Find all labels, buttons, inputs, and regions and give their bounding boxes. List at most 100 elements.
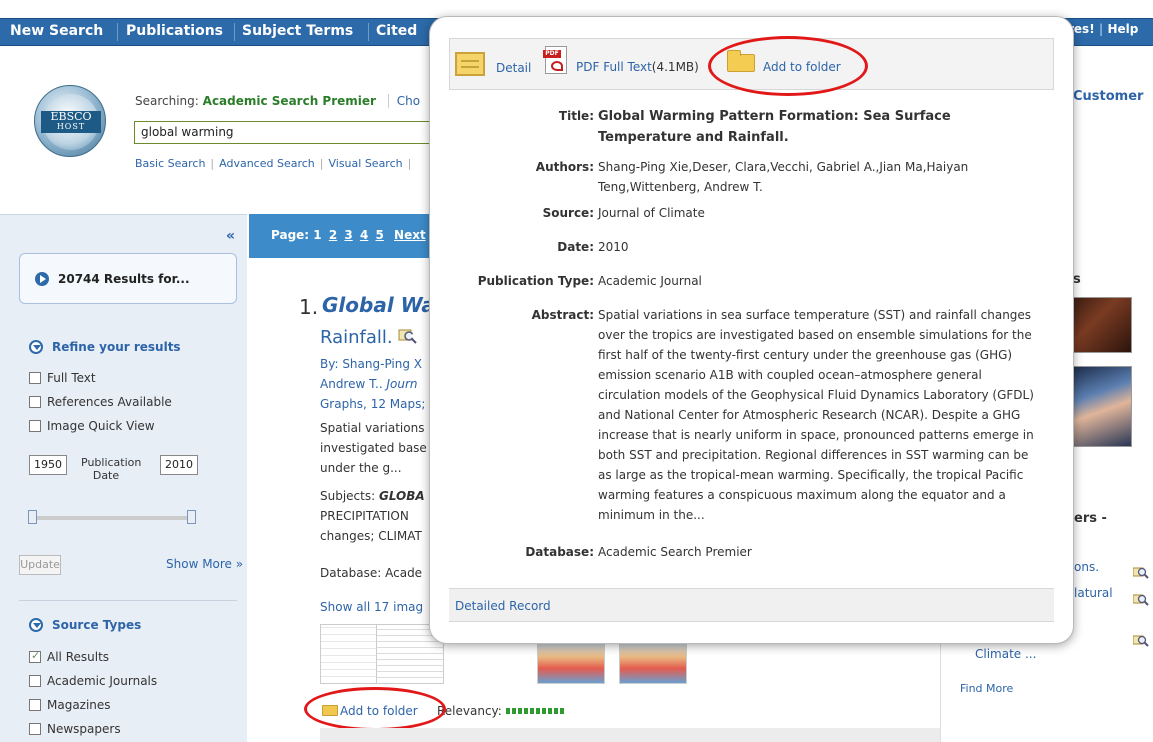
pdf-size: (4.1MB) xyxy=(651,60,699,74)
divider xyxy=(19,600,237,601)
relevancy: Relevancy: xyxy=(437,704,566,718)
date-from-input[interactable]: 1950 xyxy=(29,455,67,475)
search-input[interactable]: global warming xyxy=(134,121,434,144)
newspapers-label: Newspapers xyxy=(47,722,121,736)
pdf-icon[interactable]: PDF xyxy=(543,46,567,74)
detailed-record-bar: Detailed Record xyxy=(449,588,1054,622)
result-abstract-line: investigated base xyxy=(320,441,427,455)
record-authors: Shang-Ping Xie,Deser, Clara,Vecchi, Gabr… xyxy=(598,160,969,194)
image-thumbnail[interactable] xyxy=(1069,366,1132,447)
result-subject-line[interactable]: changes; CLIMAT xyxy=(320,529,422,543)
next-page-link[interactable]: Next xyxy=(394,228,426,242)
pdf-full-text-link[interactable]: PDF Full Text(4.1MB) xyxy=(576,60,699,74)
detailed-record-link[interactable]: Detailed Record xyxy=(455,599,551,613)
right-panel-item[interactable]: latural xyxy=(1074,586,1113,600)
result-journal[interactable]: Journ xyxy=(386,377,417,391)
result-subject-line[interactable]: PRECIPITATION xyxy=(320,509,409,523)
logo-text: EBSCO xyxy=(50,110,92,123)
refine-heading[interactable]: Refine your results xyxy=(52,340,181,354)
record-title: Global Warming Pattern Formation: Sea Su… xyxy=(598,109,951,145)
collapse-arrow-icon[interactable] xyxy=(29,618,43,632)
logo-subtext: HOST xyxy=(56,122,86,131)
nav-subject-terms[interactable]: Subject Terms xyxy=(242,23,353,39)
nav-separator xyxy=(234,23,235,41)
database-field-label: Database: xyxy=(525,545,594,559)
magazines-label: Magazines xyxy=(47,698,111,712)
choose-databases-link[interactable]: Cho xyxy=(387,94,421,108)
full-text-checkbox[interactable] xyxy=(29,372,41,384)
detail-icon[interactable] xyxy=(455,52,485,76)
references-checkbox[interactable] xyxy=(29,396,41,408)
results-count: 20744 Results for... xyxy=(58,272,190,286)
source-types-heading[interactable]: Source Types xyxy=(52,618,141,632)
date-to-input[interactable]: 2010 xyxy=(160,455,198,475)
record-database: Academic Search Premier xyxy=(598,545,752,559)
searching-line: Searching: Academic Search Premier Cho xyxy=(135,94,421,108)
result-details: Graphs, 12 Maps; xyxy=(320,397,426,411)
help-link[interactable]: Help xyxy=(1107,22,1138,36)
academic-journals-checkbox[interactable] xyxy=(29,675,41,687)
detail-link[interactable]: Detail xyxy=(496,61,531,75)
date-slider-handle-right[interactable] xyxy=(187,510,196,524)
visual-search-link[interactable]: Visual Search xyxy=(328,157,402,170)
result-abstract-line: Spatial variations xyxy=(320,421,425,435)
right-panel-heading-fragment: ers - xyxy=(1074,511,1107,526)
collapse-arrow-icon[interactable] xyxy=(29,340,43,354)
advanced-search-link[interactable]: Advanced Search xyxy=(219,157,315,170)
result-subjects: Subjects: GLOBA xyxy=(320,489,425,503)
result-number: 1. xyxy=(299,295,319,319)
find-more-link[interactable]: Find More xyxy=(960,682,1013,695)
image-quick-view-checkbox[interactable] xyxy=(29,420,41,432)
magnifier-preview-icon[interactable] xyxy=(1133,633,1149,649)
page-link[interactable]: 2 xyxy=(329,228,337,242)
result-title-continued[interactable]: Rainfall. xyxy=(320,327,393,348)
relevancy-label: Relevancy: xyxy=(437,704,502,718)
right-panel-item[interactable]: ons. xyxy=(1074,560,1099,574)
nav-right-links[interactable]: res! | Help xyxy=(1068,22,1138,36)
newspapers-checkbox[interactable] xyxy=(29,723,41,735)
customer-link[interactable]: Customer xyxy=(1073,89,1143,104)
basic-search-link[interactable]: Basic Search xyxy=(135,157,205,170)
pdf-full-text-label[interactable]: PDF Full Text xyxy=(576,60,652,74)
references-label: References Available xyxy=(47,395,172,409)
image-thumbnail[interactable] xyxy=(1071,297,1132,353)
next-result-strip xyxy=(320,728,940,742)
nav-new-search[interactable]: New Search xyxy=(10,23,103,39)
result-source-line: Andrew T.. Journ xyxy=(320,377,418,391)
result-authors-continued[interactable]: Andrew T.. xyxy=(320,377,383,391)
date-slider-handle-left[interactable] xyxy=(28,510,37,524)
magnifier-preview-icon[interactable] xyxy=(1133,592,1149,608)
highlight-ellipse xyxy=(708,36,868,96)
magnifier-preview-icon[interactable] xyxy=(1133,565,1149,581)
nav-publications[interactable]: Publications xyxy=(126,23,223,39)
update-button[interactable]: Update xyxy=(19,555,61,575)
page-link[interactable]: 3 xyxy=(344,228,352,242)
ebsco-host-logo[interactable]: EBSCO HOST xyxy=(34,85,106,157)
highlight-ellipse xyxy=(304,687,446,731)
page-link[interactable]: 4 xyxy=(360,228,368,242)
pagination-bar: Page: 1 2 3 4 5 Next xyxy=(249,214,429,258)
publication-type-field-label: Publication Type: xyxy=(477,274,594,288)
all-results-checkbox[interactable] xyxy=(29,649,41,663)
result-title[interactable]: Global War xyxy=(322,293,445,317)
result-title-line2[interactable]: Rainfall. xyxy=(320,327,418,348)
record-publication-type: Academic Journal xyxy=(598,274,702,288)
nav-cited[interactable]: Cited xyxy=(376,23,417,39)
date-slider-track[interactable] xyxy=(29,516,194,520)
nav-separator xyxy=(117,23,118,41)
publication-date-label: Publication Date xyxy=(81,456,142,482)
result-authors[interactable]: By: Shang-Ping X xyxy=(320,357,422,371)
subject-term[interactable]: GLOBA xyxy=(379,489,425,503)
pagination: Page: 1 2 3 4 5 Next xyxy=(271,228,426,242)
searching-database: Academic Search Premier xyxy=(202,94,376,108)
page-link[interactable]: 5 xyxy=(375,228,383,242)
collapse-sidebar-icon[interactable]: « xyxy=(226,228,235,244)
show-more-link[interactable]: Show More » xyxy=(166,557,243,571)
magazines-checkbox[interactable] xyxy=(29,699,41,711)
results-count-box[interactable]: 20744 Results for... xyxy=(19,253,237,304)
relevancy-bar xyxy=(505,708,566,714)
record-source: Journal of Climate xyxy=(598,206,705,220)
right-panel-item[interactable]: Climate ... xyxy=(975,647,1036,661)
image-quick-view-label: Image Quick View xyxy=(47,419,155,433)
show-all-images-link[interactable]: Show all 17 imag xyxy=(320,600,423,614)
